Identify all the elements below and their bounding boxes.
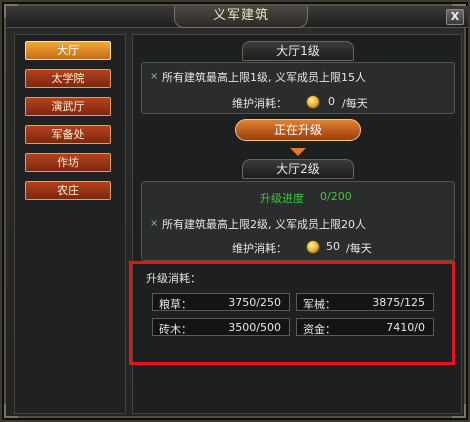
cost-timber: 砖木： 3500/500 <box>152 318 290 336</box>
cost-weapons: 军械： 3875/125 <box>296 293 434 311</box>
upgrade-progress-label: 升级进度 <box>260 192 304 205</box>
next-effect-text: 所有建筑最高上限2级, 义军成员上限20人 <box>162 218 366 231</box>
current-maint-value: 0 <box>328 95 335 108</box>
coin-icon <box>306 95 320 109</box>
cost-grain-label: 粮草： <box>159 298 192 311</box>
bullet-icon: × <box>150 218 159 229</box>
cost-funds-value: 7410/0 <box>386 321 425 334</box>
next-maint-label: 维护消耗： <box>232 242 287 255</box>
current-effect-text: 所有建筑最高上限1级, 义军成员上限15人 <box>162 71 366 84</box>
nav-item-workshop[interactable]: 作坊 <box>25 153 111 172</box>
arrow-down-icon <box>290 148 306 156</box>
cost-funds-label: 资金： <box>303 323 336 336</box>
cost-funds: 资金： 7410/0 <box>296 318 434 336</box>
next-maint-unit: /每天 <box>346 242 372 255</box>
nav-item-farm[interactable]: 农庄 <box>25 181 111 200</box>
cost-timber-value: 3500/500 <box>228 321 281 334</box>
next-level-info: 升级进度 0/200 × 所有建筑最高上限2级, 义军成员上限20人 维护消耗：… <box>141 181 455 261</box>
coin-icon <box>306 240 320 254</box>
close-button[interactable]: X <box>446 9 464 25</box>
current-maint-label: 维护消耗： <box>232 97 287 110</box>
cost-timber-label: 砖木： <box>159 323 192 336</box>
bullet-icon: × <box>150 71 159 82</box>
cost-grain-value: 3750/250 <box>228 296 281 309</box>
current-level-info: × 所有建筑最高上限1级, 义军成员上限15人 维护消耗： 0 /每天 <box>141 62 455 114</box>
title-bar[interactable]: 义军建筑 X <box>6 6 468 28</box>
next-maint-value: 50 <box>326 240 340 253</box>
cost-weapons-label: 军械： <box>303 298 336 311</box>
window-title: 义军建筑 <box>174 6 308 28</box>
nav-item-martial-hall[interactable]: 演武厅 <box>25 97 111 116</box>
nav-item-academy[interactable]: 太学院 <box>25 69 111 88</box>
cost-grain: 粮草： 3750/250 <box>152 293 290 311</box>
next-level-tab: 大厅2级 <box>242 159 354 179</box>
nav-item-hall[interactable]: 大厅 <box>25 41 111 60</box>
nav-item-armory[interactable]: 军备处 <box>25 125 111 144</box>
building-window: 义军建筑 X 大厅 太学院 演武厅 军备处 作坊 农庄 大厅1级 × 所有建筑最… <box>0 0 470 422</box>
building-nav: 大厅 太学院 演武厅 军备处 作坊 农庄 <box>14 34 126 414</box>
upgrade-cost-title: 升级消耗： <box>146 272 201 285</box>
upgrade-cost-box: 升级消耗： 粮草： 3750/250 军械： 3875/125 砖木： 3500… <box>129 261 455 365</box>
current-maint-unit: /每天 <box>342 97 368 110</box>
cost-weapons-value: 3875/125 <box>372 296 425 309</box>
current-level-tab: 大厅1级 <box>242 41 354 61</box>
upgrade-progress-value: 0/200 <box>320 190 352 203</box>
upgrading-button[interactable]: 正在升级 <box>235 119 361 141</box>
